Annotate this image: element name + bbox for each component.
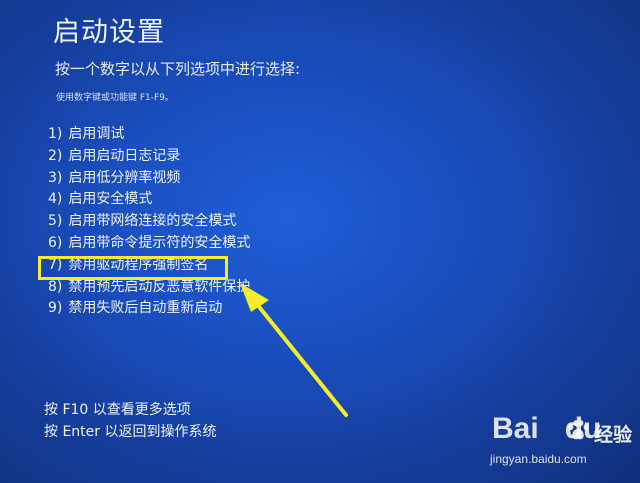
option-number: 6) — [48, 234, 63, 251]
baidu-paw-icon — [568, 420, 589, 440]
option-number: 3) — [48, 169, 63, 186]
option-number: 8) — [48, 278, 63, 295]
option-label: 启用调试 — [68, 126, 125, 142]
option-label: 禁用失败后自动重新启动 — [68, 300, 223, 317]
highlight-box-annotation — [38, 256, 228, 280]
enter-return-os-text: 按 Enter 以返回到操作系统 — [44, 424, 217, 440]
option-label: 启用启动日志记录 — [68, 147, 181, 164]
option-enable-low-resolution-video[interactable]: 3) 启用低分辨率视频 — [48, 168, 250, 190]
option-number: 9) — [48, 300, 63, 317]
option-enable-debugging[interactable]: 1) 启用调试 — [48, 124, 250, 146]
option-number: 4) — [48, 191, 63, 208]
boot-options-list: 1) 启用调试 2) 启用启动日志记录 3) 启用低分辨率视频 4) 启用安全模式 5)… — [48, 124, 250, 320]
option-safe-mode-networking[interactable]: 5) 启用带网络连接的安全模式 — [48, 211, 250, 233]
page-title: 启动设置 — [53, 17, 165, 48]
instruction-text: 按一个数字以从下列选项中进行选择: — [55, 60, 301, 78]
option-number: 1) — [48, 126, 63, 142]
option-safe-mode-command-prompt[interactable]: 6) 启用带命令提示符的安全模式 — [48, 233, 250, 255]
baidu-jingyan-watermark: Bai du 经验 jingyan.baidu.com — [482, 412, 632, 476]
option-label: 启用低分辨率视频 — [68, 169, 181, 186]
option-enable-safe-mode[interactable]: 4) 启用安全模式 — [48, 189, 250, 211]
option-number: 2) — [48, 147, 63, 164]
boot-settings-screen: 启动设置 按一个数字以从下列选项中进行选择: 使用数字键或功能键 F1-F9。 … — [0, 0, 640, 483]
key-hint-text: 使用数字键或功能键 F1-F9。 — [56, 93, 174, 103]
jingyan-brand-text: 经验 — [594, 424, 633, 446]
option-disable-auto-restart[interactable]: 9) 禁用失败后自动重新启动 — [48, 298, 250, 320]
f10-more-options-text: 按 F10 以查看更多选项 — [44, 402, 191, 418]
watermark-url: jingyan.baidu.com — [490, 452, 587, 466]
option-number: 5) — [48, 213, 63, 230]
option-label: 启用带网络连接的安全模式 — [68, 213, 237, 230]
option-enable-boot-logging[interactable]: 2) 启用启动日志记录 — [48, 146, 250, 168]
option-label: 禁用预先启动反恶意软件保护 — [68, 278, 251, 295]
option-label: 启用带命令提示符的安全模式 — [68, 234, 251, 251]
option-label: 启用安全模式 — [68, 191, 153, 208]
footer-instructions: 按 F10 以查看更多选项 按 Enter 以返回到操作系统 — [44, 399, 216, 443]
